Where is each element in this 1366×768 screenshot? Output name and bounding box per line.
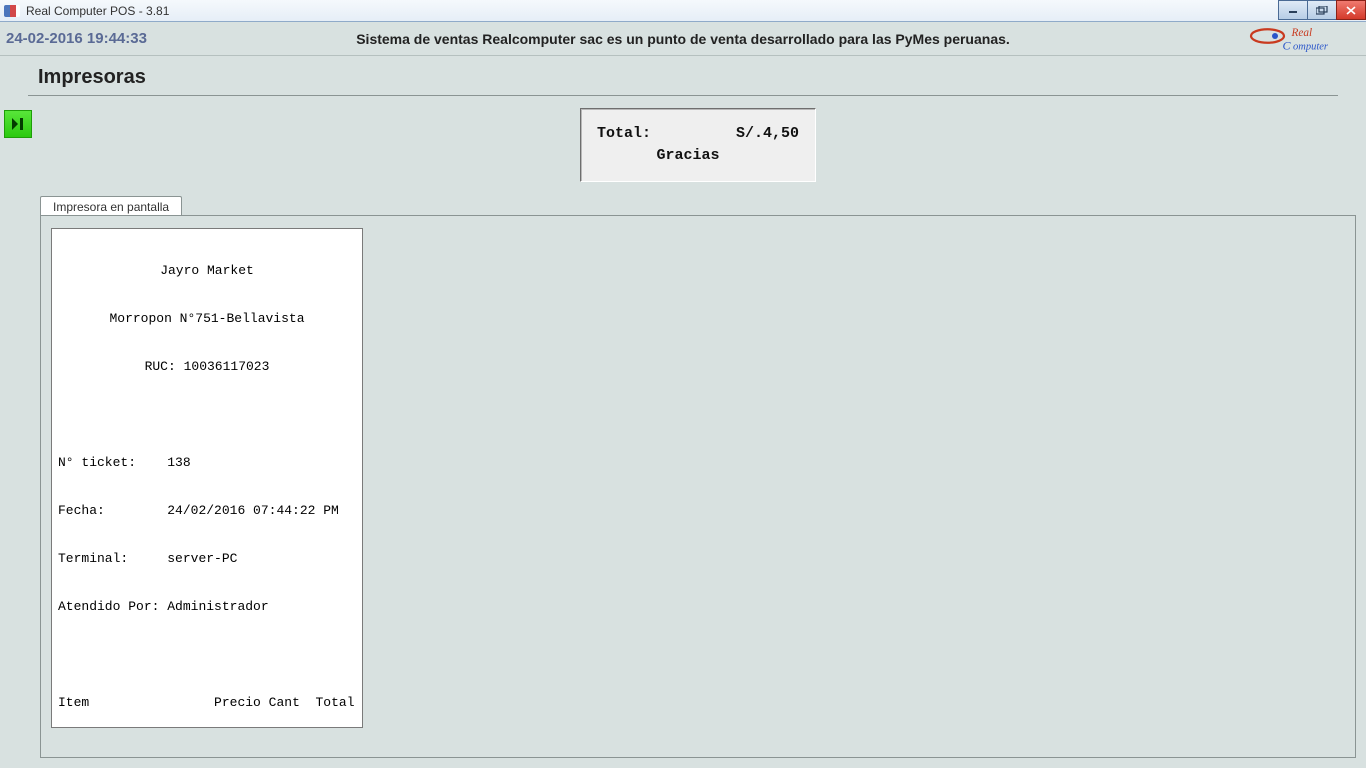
- receipt-address: Morropon N°751-Bellavista: [58, 311, 356, 327]
- tab-panel: Jayro Market Morropon N°751-Bellavista R…: [40, 215, 1356, 758]
- receipt-fecha-row: Fecha: 24/02/2016 07:44:22 PM: [58, 503, 356, 519]
- header-datetime: 24-02-2016 19:44:33: [0, 30, 147, 47]
- tab-screen-printer[interactable]: Impresora en pantalla: [40, 196, 182, 217]
- close-button[interactable]: [1336, 0, 1366, 20]
- total-summary-box: Total: S/.4,50 Gracias: [580, 108, 816, 182]
- receipt-columns: Item Precio Cant Total: [58, 695, 356, 711]
- summary-thanks: Gracias: [597, 145, 799, 167]
- minimize-button[interactable]: [1278, 0, 1308, 20]
- receipt-ticket-row: N° ticket: 138: [58, 455, 356, 471]
- receipt-ruc-line: RUC: 10036117023: [58, 359, 356, 375]
- close-icon: [1346, 6, 1356, 15]
- receipt-terminal-row: Terminal: server-PC: [58, 551, 356, 567]
- section-title: Impresoras: [0, 56, 1366, 95]
- app-header: 24-02-2016 19:44:33 Sistema de ventas Re…: [0, 22, 1366, 56]
- header-slogan: Sistema de ventas Realcomputer sac es un…: [356, 31, 1010, 47]
- svg-text:omputer: omputer: [1293, 42, 1329, 53]
- section-divider: [28, 95, 1338, 96]
- window-title: Real Computer POS - 3.81: [26, 4, 169, 18]
- tab-strip: Impresora en pantalla: [40, 196, 182, 217]
- receipt-store: Jayro Market: [58, 263, 356, 279]
- window-controls: [1279, 0, 1366, 20]
- minimize-icon: [1288, 6, 1298, 14]
- svg-text:Real: Real: [1291, 27, 1313, 39]
- receipt-atendido-row: Atendido Por: Administrador: [58, 599, 356, 615]
- advance-button[interactable]: [4, 110, 32, 138]
- summary-total-value: S/.4,50: [736, 123, 799, 145]
- app-icon: [4, 5, 20, 17]
- window-titlebar: Real Computer POS - 3.81: [0, 0, 1366, 22]
- maximize-button[interactable]: [1307, 0, 1337, 20]
- receipt-preview: Jayro Market Morropon N°751-Bellavista R…: [51, 228, 363, 728]
- summary-total-label: Total:: [597, 123, 651, 145]
- brand-logo: Real C omputer: [1244, 24, 1354, 54]
- maximize-icon: [1316, 6, 1328, 15]
- svg-text:C: C: [1283, 39, 1292, 53]
- advance-icon: [10, 116, 26, 132]
